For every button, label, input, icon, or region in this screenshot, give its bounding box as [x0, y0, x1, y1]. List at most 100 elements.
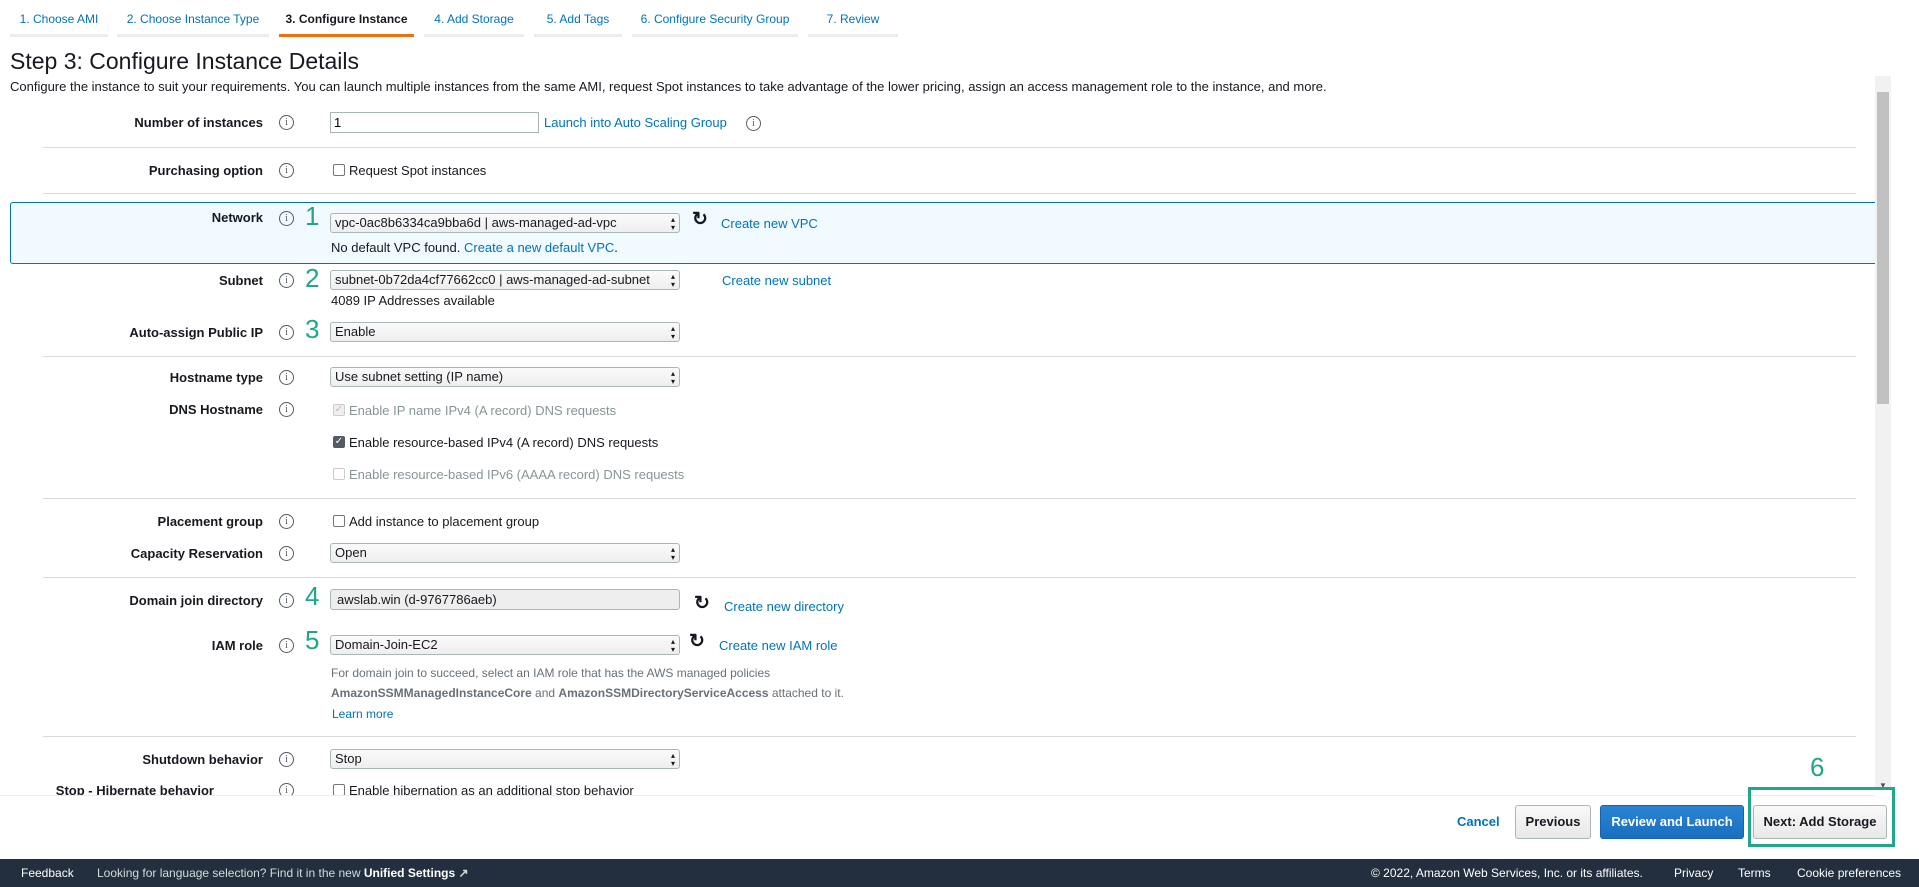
shutdown-behavior-label: Shutdown behavior: [142, 752, 263, 767]
placement-group-checkbox[interactable]: [333, 515, 345, 527]
iam-policy-text: AmazonSSMManagedInstanceCore and AmazonS…: [331, 686, 844, 700]
shutdown-behavior-select[interactable]: Stop: [330, 749, 680, 769]
cookie-preferences-link[interactable]: Cookie preferences: [1797, 866, 1901, 880]
divider: [43, 736, 1856, 737]
annotation-6: 6: [1810, 752, 1825, 782]
tab-choose-instance-type[interactable]: 2. Choose Instance Type: [117, 6, 269, 37]
info-icon[interactable]: i: [279, 273, 294, 288]
dns-ipv6-resource-label: Enable resource-based IPv6 (AAAA record)…: [349, 467, 685, 482]
spot-instances-checkbox[interactable]: [333, 164, 345, 176]
tab-review[interactable]: 7. Review: [808, 6, 898, 37]
privacy-link[interactable]: Privacy: [1674, 866, 1713, 880]
divider: [43, 498, 1856, 499]
annotation-4: 4: [305, 581, 320, 611]
domain-join-label: Domain join directory: [129, 593, 263, 608]
refresh-icon[interactable]: ↻: [694, 592, 710, 615]
info-icon[interactable]: i: [279, 638, 294, 653]
terms-link[interactable]: Terms: [1738, 866, 1771, 880]
feedback-link[interactable]: Feedback: [21, 866, 74, 880]
domain-join-field[interactable]: awslab.win (d-9767786aeb): [330, 589, 680, 610]
create-subnet-link[interactable]: Create new subnet: [722, 273, 831, 288]
dns-ipv4-resource-label: Enable resource-based IPv4 (A record) DN…: [349, 435, 659, 450]
refresh-icon[interactable]: ↻: [692, 208, 708, 231]
no-default-vpc-text: No default VPC found. Create a new defau…: [331, 240, 618, 255]
previous-button[interactable]: Previous: [1515, 805, 1591, 839]
review-and-launch-button[interactable]: Review and Launch: [1600, 805, 1744, 839]
spot-instances-label: Request Spot instances: [349, 163, 487, 178]
info-icon[interactable]: i: [279, 783, 294, 795]
footer: Feedback Looking for language selection?…: [0, 859, 1919, 887]
info-icon[interactable]: i: [279, 211, 294, 226]
iam-role-select[interactable]: Domain-Join-EC2: [330, 635, 680, 655]
number-of-instances-label: Number of instances: [134, 115, 263, 130]
iam-role-label: IAM role: [211, 638, 263, 653]
network-label: Network: [211, 210, 263, 225]
tab-configure-security-group[interactable]: 6. Configure Security Group: [632, 6, 798, 37]
hibernate-checkbox[interactable]: [333, 784, 345, 795]
annotation-3: 3: [305, 314, 320, 344]
external-link-icon: ↗: [458, 866, 469, 880]
create-iam-role-link[interactable]: Create new IAM role: [719, 638, 838, 653]
annotation-5: 5: [305, 625, 320, 655]
info-icon[interactable]: i: [279, 546, 294, 561]
iam-help-text: For domain join to succeed, select an IA…: [331, 666, 771, 680]
capacity-reservation-select[interactable]: Open: [330, 543, 680, 563]
cancel-button[interactable]: Cancel: [1457, 814, 1500, 829]
info-icon[interactable]: i: [279, 752, 294, 767]
dns-hostname-label: DNS Hostname: [169, 402, 263, 417]
info-icon[interactable]: i: [279, 115, 294, 130]
subnet-select[interactable]: subnet-0b72da4cf77662cc0 | aws-managed-a…: [330, 270, 680, 290]
info-icon[interactable]: i: [279, 325, 294, 340]
dns-ipv4-name-label: Enable IP name IPv4 (A record) DNS reque…: [349, 403, 617, 418]
network-select[interactable]: vpc-0ac8b6334ca9bba6d | aws-managed-ad-v…: [330, 213, 680, 233]
scrollbar[interactable]: ▼: [1875, 76, 1891, 790]
unified-settings-link[interactable]: Unified Settings: [364, 866, 455, 880]
divider: [0, 795, 1875, 796]
hostname-type-select[interactable]: Use subnet setting (IP name): [330, 367, 680, 387]
tab-configure-instance[interactable]: 3. Configure Instance: [279, 6, 414, 37]
auto-assign-public-ip-select[interactable]: Enable: [330, 322, 680, 342]
number-of-instances-input[interactable]: [330, 112, 539, 133]
annotation-2: 2: [305, 263, 320, 293]
highlight-box: [1748, 787, 1895, 847]
dns-ipv6-resource-checkbox[interactable]: [333, 468, 345, 480]
hostname-type-label: Hostname type: [169, 370, 263, 385]
divider: [43, 147, 1856, 148]
learn-more-link[interactable]: Learn more: [332, 707, 393, 721]
info-icon[interactable]: i: [279, 370, 294, 385]
dns-ipv4-resource-checkbox[interactable]: ✓: [333, 436, 345, 448]
page-title: Step 3: Configure Instance Details: [10, 48, 360, 74]
page-description: Configure the instance to suit your requ…: [10, 79, 1327, 94]
placement-group-label: Placement group: [157, 514, 263, 529]
create-vpc-link[interactable]: Create new VPC: [721, 216, 818, 231]
tab-choose-ami[interactable]: 1. Choose AMI: [10, 6, 108, 37]
ip-available-text: 4089 IP Addresses available: [331, 293, 495, 308]
purchasing-option-label: Purchasing option: [148, 163, 263, 178]
language-text: Looking for language selection? Find it …: [97, 866, 469, 880]
info-icon[interactable]: i: [279, 593, 294, 608]
divider: [43, 577, 1856, 578]
info-icon[interactable]: i: [279, 514, 294, 529]
copyright: © 2022, Amazon Web Services, Inc. or its…: [1371, 866, 1643, 880]
capacity-reservation-label: Capacity Reservation: [130, 546, 263, 561]
launch-auto-scaling-link[interactable]: Launch into Auto Scaling Group: [544, 115, 727, 130]
create-default-vpc-link[interactable]: Create a new default VPC: [464, 240, 614, 255]
create-directory-link[interactable]: Create new directory: [724, 599, 844, 614]
hibernate-label: Stop - Hibernate behavior: [55, 783, 214, 795]
info-icon[interactable]: i: [746, 116, 761, 131]
info-icon[interactable]: i: [279, 402, 294, 417]
scrollbar-thumb[interactable]: [1877, 92, 1889, 404]
tab-add-storage[interactable]: 4. Add Storage: [424, 6, 524, 37]
divider: [43, 193, 1856, 194]
auto-assign-public-ip-label: Auto-assign Public IP: [129, 325, 263, 340]
hibernate-checkbox-label: Enable hibernation as an additional stop…: [349, 783, 634, 795]
dns-ipv4-name-checkbox[interactable]: ✓: [333, 404, 345, 416]
info-icon[interactable]: i: [279, 163, 294, 178]
subnet-label: Subnet: [218, 273, 263, 288]
placement-group-checkbox-label: Add instance to placement group: [349, 514, 540, 529]
clipped-row: Stop - Hibernate behavior i Enable hiber…: [0, 775, 1870, 795]
annotation-1: 1: [305, 201, 320, 231]
refresh-icon[interactable]: ↻: [689, 630, 705, 653]
divider: [43, 356, 1856, 357]
tab-add-tags[interactable]: 5. Add Tags: [534, 6, 622, 37]
